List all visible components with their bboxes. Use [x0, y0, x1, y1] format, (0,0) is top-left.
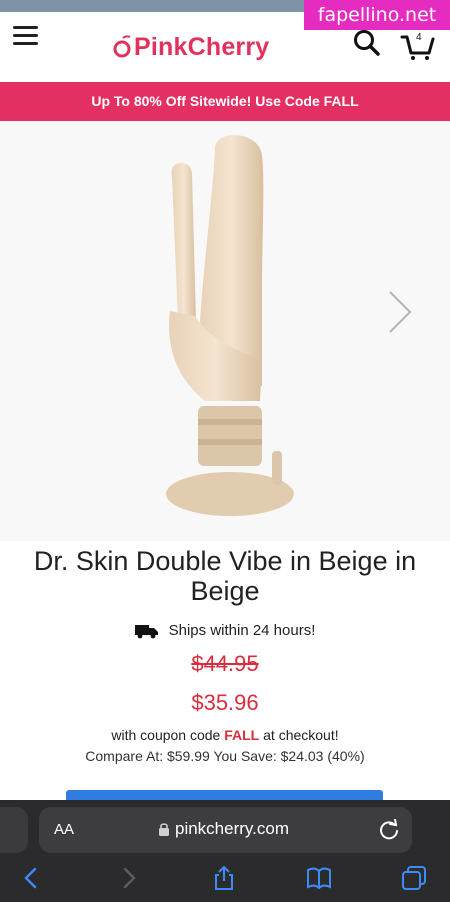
share-icon[interactable]	[211, 865, 237, 891]
sale-price: $35.96	[191, 690, 259, 715]
search-icon[interactable]	[352, 28, 382, 58]
product-title: Dr. Skin Double Vibe in Beige in Beige	[33, 546, 417, 606]
product-image	[166, 134, 294, 516]
truck-icon	[134, 624, 158, 638]
site-logo[interactable]: PinkCherry	[112, 30, 269, 64]
cherry-logo-icon	[113, 35, 131, 58]
url-display[interactable]: pinkcherry.com	[158, 819, 289, 839]
compare-savings: Compare At: $59.99 You Save: $24.03 (40%…	[85, 748, 365, 764]
url-text: pinkcherry.com	[175, 819, 289, 838]
coupon-text: with coupon code FALL at checkout!	[0, 727, 450, 743]
next-image-arrow-icon[interactable]	[384, 288, 414, 336]
bookmarks-icon[interactable]	[306, 865, 332, 891]
forward-icon[interactable]	[116, 865, 142, 891]
shipping-text: Ships within 24 hours!	[168, 622, 316, 639]
coupon-code: FALL	[224, 727, 260, 743]
coupon-suffix: at checkout!	[263, 727, 339, 743]
shipping-info: Ships within 24 hours!	[0, 622, 450, 639]
original-price: $44.95	[191, 651, 259, 676]
tabs-icon[interactable]	[401, 865, 427, 891]
back-icon[interactable]	[18, 865, 44, 891]
lock-icon	[159, 823, 169, 836]
hamburger-menu-icon[interactable]	[13, 26, 38, 45]
cart-button[interactable]: 4	[400, 27, 436, 61]
watermark: fapellino.net	[304, 0, 450, 30]
product-image-carousel[interactable]	[0, 121, 450, 541]
logo-text: PinkCherry	[134, 32, 270, 61]
reload-icon[interactable]	[378, 819, 400, 841]
reader-aa-button[interactable]: AA	[54, 821, 74, 838]
coupon-prefix: with coupon code	[111, 727, 221, 743]
previous-tab-peek[interactable]	[0, 807, 28, 853]
promo-banner[interactable]: Up To 80% Off Sitewide! Use Code FALL	[0, 82, 450, 121]
cart-count: 4	[416, 32, 422, 43]
